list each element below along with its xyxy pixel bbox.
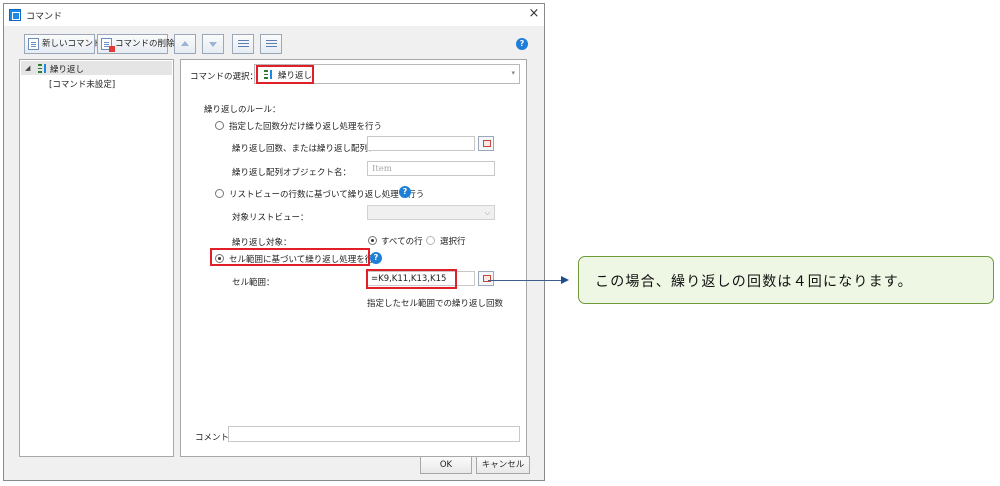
target-listview-select[interactable]: ⌵ bbox=[367, 205, 495, 220]
new-command-icon bbox=[28, 38, 39, 50]
indent-icon bbox=[238, 40, 249, 41]
chevron-down-icon: ⌵ bbox=[484, 209, 490, 217]
chevron-down-icon: ▾ bbox=[511, 69, 515, 77]
highlight-command bbox=[256, 65, 314, 84]
count-array-input[interactable] bbox=[367, 136, 475, 151]
selected-rows-radio[interactable] bbox=[426, 236, 435, 245]
cancel-button[interactable]: キャンセル bbox=[476, 456, 530, 474]
highlight-cell-option bbox=[210, 248, 370, 266]
close-icon[interactable]: × bbox=[526, 6, 542, 22]
app-icon bbox=[9, 9, 21, 21]
title-bar: コマンド × bbox=[4, 4, 544, 26]
count-array-label: 繰り返し回数、または繰り返し配列： bbox=[232, 144, 377, 154]
indent-button[interactable] bbox=[232, 34, 254, 54]
array-object-placeholder: Item bbox=[372, 164, 392, 174]
command-select-label: コマンドの選択： bbox=[190, 72, 259, 82]
move-up-icon bbox=[181, 41, 189, 46]
new-command-label: 新しいコマンド bbox=[42, 39, 102, 49]
target-listview-label: 対象リストビュー： bbox=[232, 213, 309, 223]
outdent-icon bbox=[266, 40, 277, 41]
comment-label: コメント bbox=[195, 433, 230, 443]
option-listview-radio[interactable] bbox=[215, 189, 224, 198]
tree-expander-icon[interactable]: ◢ bbox=[25, 64, 30, 72]
window-title: コマンド bbox=[26, 12, 63, 22]
outdent-button[interactable] bbox=[260, 34, 282, 54]
annotation-text: この場合、繰り返しの回数は４回になります。 bbox=[595, 274, 913, 290]
move-down-icon bbox=[209, 42, 217, 47]
annotation-callout: この場合、繰り返しの回数は４回になります。 bbox=[578, 256, 994, 304]
option-count-label: 指定した回数分だけ繰り返し処理を行う bbox=[229, 122, 383, 132]
ok-button[interactable]: OK bbox=[420, 456, 472, 474]
delete-command-label: コマンドの削除 bbox=[115, 39, 175, 49]
command-tree: ◢ 繰り返し [コマンド未設定] bbox=[19, 59, 174, 457]
help-icon[interactable]: ? bbox=[370, 252, 382, 264]
option-count-radio[interactable] bbox=[215, 121, 224, 130]
selected-rows-label: 選択行 bbox=[440, 237, 466, 247]
cell-range-note: 指定したセル範囲での繰り返し回数 bbox=[367, 299, 504, 309]
loop-icon bbox=[38, 64, 47, 73]
help-icon[interactable]: ? bbox=[399, 186, 411, 198]
tree-item-loop[interactable]: ◢ 繰り返し bbox=[21, 61, 172, 75]
array-object-input[interactable]: Item bbox=[367, 161, 495, 176]
help-icon[interactable]: ? bbox=[516, 38, 528, 50]
move-up-button[interactable] bbox=[174, 34, 196, 54]
array-object-label: 繰り返し配列オブジェクト名： bbox=[232, 168, 352, 178]
all-rows-radio[interactable] bbox=[368, 236, 377, 245]
arrow-icon bbox=[561, 276, 569, 284]
cell-range-label: セル範囲： bbox=[232, 278, 275, 288]
delete-command-icon bbox=[101, 38, 115, 52]
highlight-cell-range bbox=[366, 269, 457, 289]
rule-heading: 繰り返しのルール： bbox=[204, 105, 281, 115]
comment-input[interactable] bbox=[228, 426, 520, 442]
tree-item-label: 繰り返し bbox=[50, 65, 85, 75]
new-command-button[interactable]: 新しいコマンド bbox=[24, 34, 102, 54]
range-select-icon[interactable] bbox=[478, 271, 494, 286]
loop-target-label: 繰り返し対象： bbox=[232, 238, 292, 248]
delete-command-button[interactable]: コマンドの削除 bbox=[97, 34, 175, 54]
tree-item-unset[interactable]: [コマンド未設定] bbox=[49, 78, 115, 90]
all-rows-label: すべての行 bbox=[381, 237, 423, 247]
arrow-line bbox=[488, 280, 561, 281]
range-select-icon[interactable] bbox=[478, 136, 494, 151]
move-down-button[interactable] bbox=[202, 34, 224, 54]
option-listview-label: リストビューの行数に基づいて繰り返し処理を行う bbox=[229, 190, 425, 200]
